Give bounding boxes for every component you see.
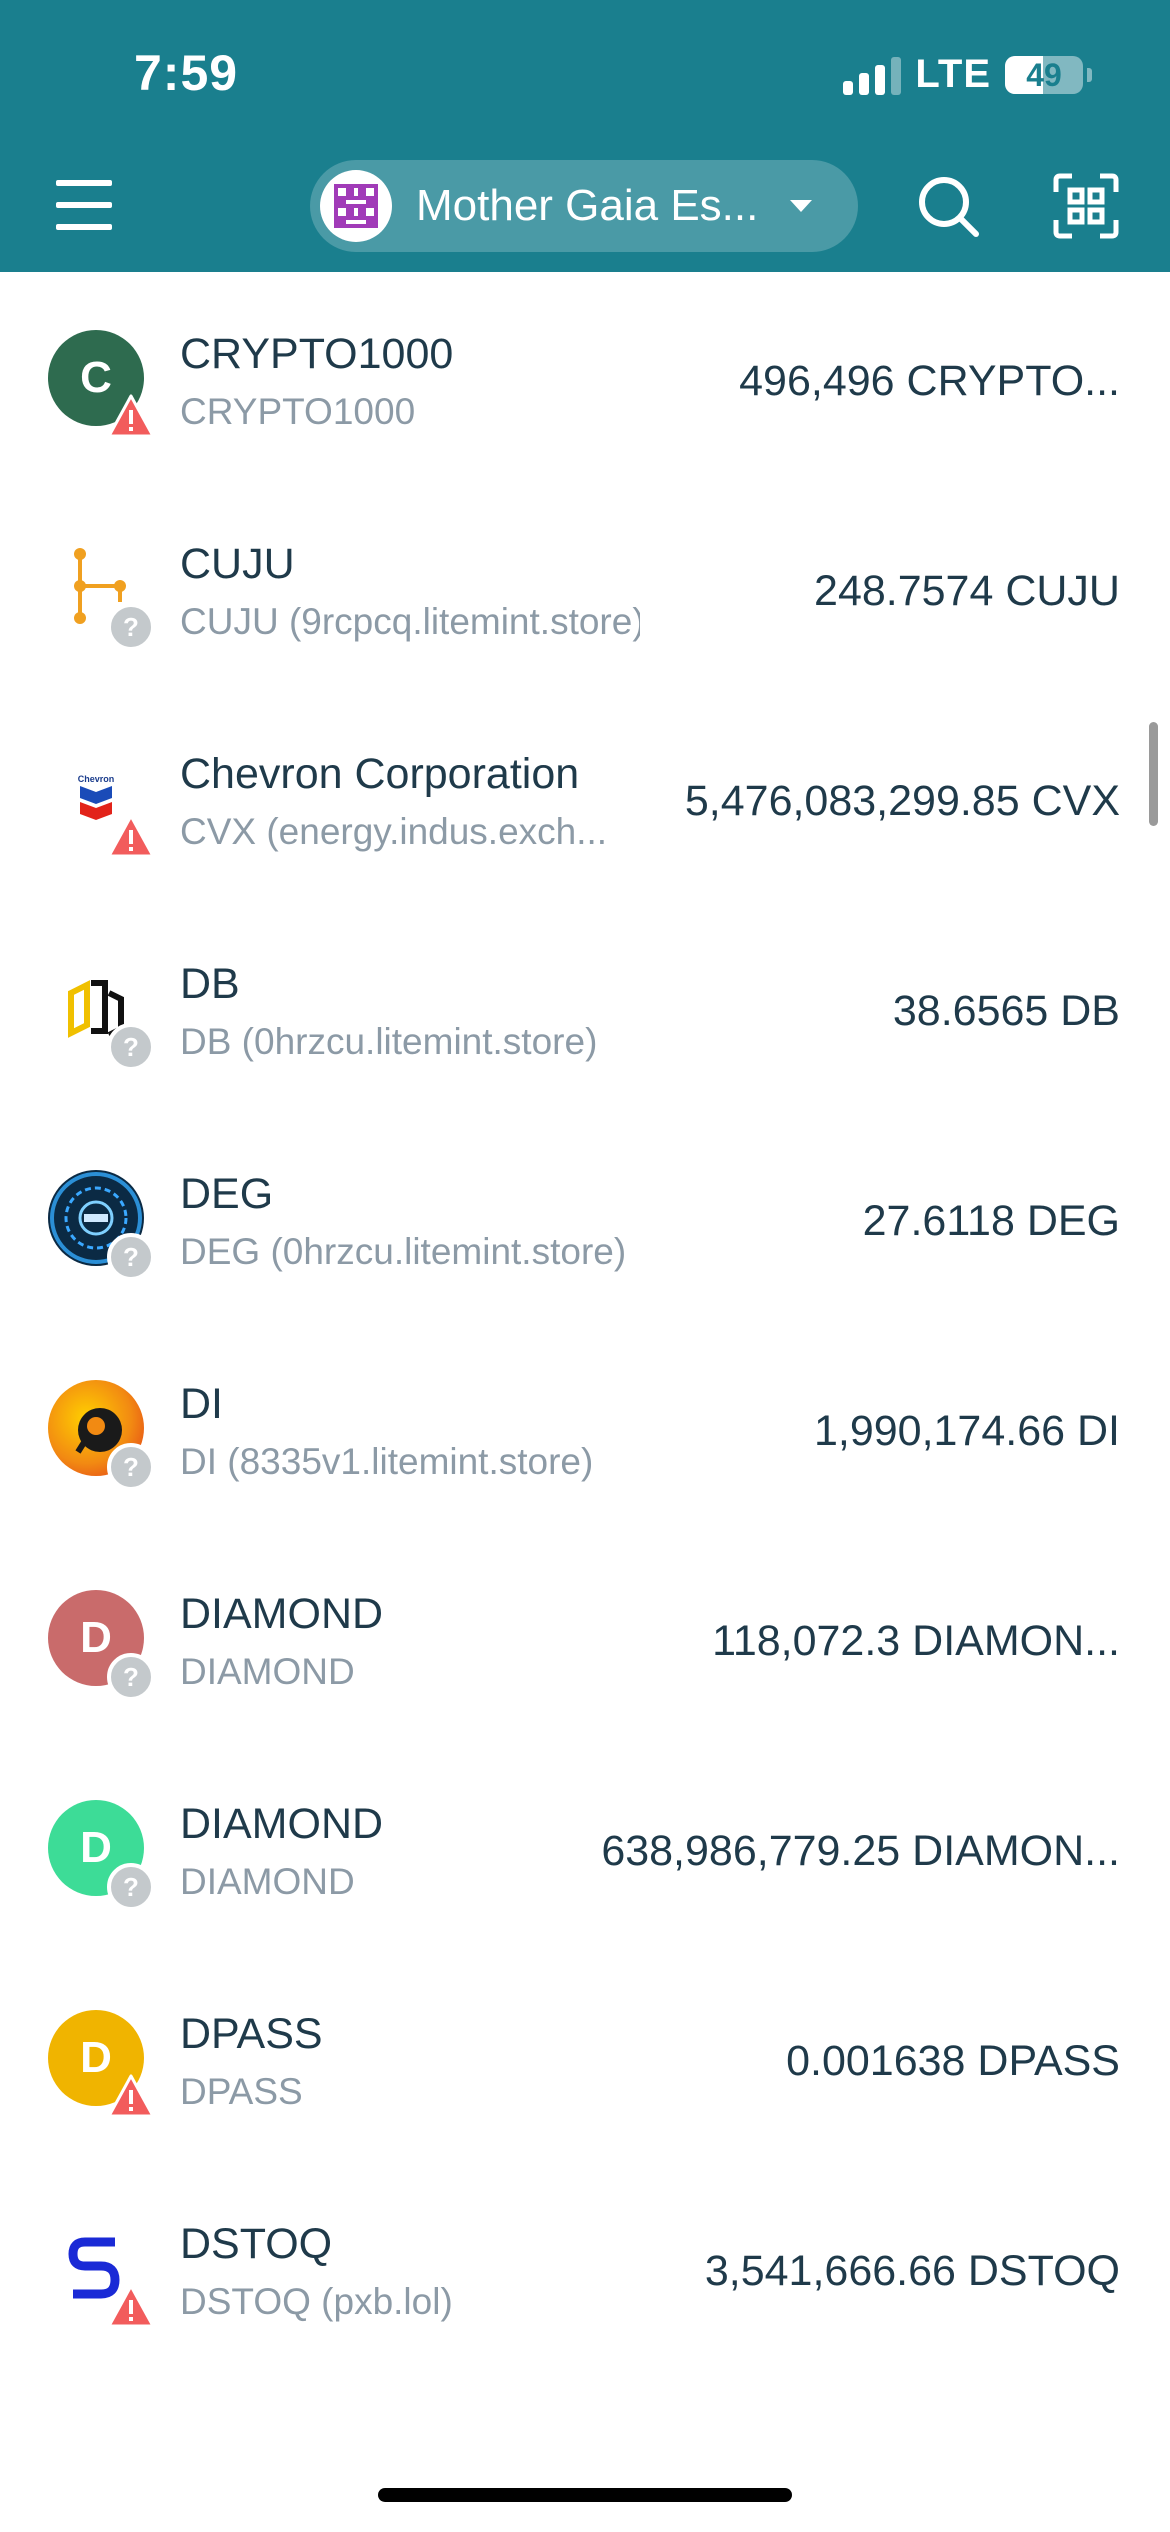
status-time: 7:59 — [134, 45, 239, 101]
asset-balance: 118,072.3 DIAMON... — [712, 1617, 1120, 1665]
warning-icon — [106, 392, 156, 442]
chevron-down-icon — [790, 200, 812, 212]
warning-icon — [106, 2282, 156, 2332]
asset-name: CUJU — [180, 540, 295, 588]
asset-name: Chevron Corporation — [180, 750, 580, 798]
asset-balance: 27.6118 DEG — [862, 1197, 1120, 1245]
asset-balance: 38.6565 DB — [892, 987, 1120, 1035]
asset-balance: 0.001638 DPASS — [786, 2037, 1120, 2085]
app-header: 7:59 LTE 49 Mother Gaia Es... — [0, 0, 1170, 272]
asset-row[interactable]: D ? DIAMOND DIAMOND 638,986,779.25 DIAMO… — [0, 1742, 1170, 1952]
svg-text:?: ? — [123, 612, 139, 642]
asset-row[interactable]: D DPASS DPASS 0.001638 DPASS — [0, 1952, 1170, 2162]
asset-name: DI — [180, 1380, 223, 1428]
asset-row[interactable]: Chevron Chevron Corporation CVX (energy.… — [0, 692, 1170, 902]
qr-scan-icon[interactable] — [1050, 170, 1122, 242]
asset-row[interactable]: ? CUJU CUJU (9rcpcq.litemint.store) 248.… — [0, 482, 1170, 692]
asset-name: DB — [180, 960, 240, 1008]
svg-text:?: ? — [123, 1872, 139, 1902]
cellular-signal-icon — [843, 55, 902, 95]
status-indicators: LTE 49 — [843, 52, 1092, 97]
asset-row[interactable]: ? DEG DEG (0hrzcu.litemint.store) 27.611… — [0, 1112, 1170, 1322]
svg-text:Chevron: Chevron — [78, 774, 115, 784]
asset-issuer: DB (0hrzcu.litemint.store) — [180, 1021, 598, 1062]
asset-name: DIAMOND — [180, 1800, 384, 1848]
svg-text:?: ? — [123, 1242, 139, 1272]
asset-row[interactable]: ? DI DI (8335v1.litemint.store) 1,990,17… — [0, 1322, 1170, 1532]
asset-row[interactable]: DSTOQ DSTOQ (pxb.lol) 3,541,666.66 DSTOQ — [0, 2162, 1170, 2372]
asset-row[interactable]: D ? DIAMOND DIAMOND 118,072.3 DIAMON... — [0, 1532, 1170, 1742]
asset-balance: 496,496 CRYPTO... — [739, 357, 1120, 405]
menu-button[interactable] — [56, 180, 112, 230]
pixel-avatar-icon — [334, 184, 378, 228]
asset-name: CRYPTO1000 — [180, 330, 454, 378]
question-icon: ? — [106, 1652, 156, 1702]
home-indicator[interactable] — [378, 2488, 792, 2502]
svg-text:?: ? — [123, 1662, 139, 1692]
battery-tip — [1087, 67, 1092, 82]
question-icon: ? — [106, 602, 156, 652]
question-icon: ? — [106, 1862, 156, 1912]
search-icon[interactable] — [912, 170, 984, 242]
asset-row[interactable]: ? DB DB (0hrzcu.litemint.store) 38.6565 … — [0, 902, 1170, 1112]
asset-balance: 3,541,666.66 DSTOQ — [704, 2247, 1120, 2295]
svg-text:?: ? — [123, 1452, 139, 1482]
asset-issuer: DIAMOND — [180, 1651, 355, 1692]
account-name: Mother Gaia Es... — [416, 181, 759, 230]
question-icon: ? — [106, 1232, 156, 1282]
asset-name: DSTOQ — [180, 2220, 333, 2268]
asset-balance: 638,986,779.25 DIAMON... — [601, 1827, 1120, 1875]
account-avatar — [320, 170, 392, 242]
asset-issuer: CUJU (9rcpcq.litemint.store) — [180, 601, 640, 642]
question-icon: ? — [106, 1442, 156, 1492]
warning-icon — [106, 2072, 156, 2122]
scrollbar[interactable] — [1149, 722, 1158, 826]
asset-name: DIAMOND — [180, 1590, 384, 1638]
asset-row[interactable]: C CRYPTO1000 CRYPTO1000 496,496 CRYPTO..… — [0, 272, 1170, 482]
warning-icon — [106, 812, 156, 862]
asset-name: DEG — [180, 1170, 274, 1218]
asset-balance: 5,476,083,299.85 CVX — [684, 777, 1120, 825]
asset-balance: 248.7574 CUJU — [814, 567, 1120, 615]
asset-issuer: DPASS — [180, 2071, 303, 2112]
battery-percent: 49 — [1026, 56, 1062, 93]
asset-issuer: DI (8335v1.litemint.store) — [180, 1441, 594, 1482]
network-type: LTE — [915, 52, 991, 96]
svg-text:?: ? — [123, 1032, 139, 1062]
asset-issuer: DIAMOND — [180, 1861, 355, 1902]
asset-list: C CRYPTO1000 CRYPTO1000 496,496 CRYPTO..… — [0, 272, 1170, 2372]
account-selector[interactable]: Mother Gaia Es... — [310, 160, 858, 252]
asset-issuer: DSTOQ (pxb.lol) — [180, 2281, 453, 2322]
asset-issuer: CVX (energy.indus.exch... — [180, 811, 608, 852]
asset-issuer: CRYPTO1000 — [180, 391, 416, 432]
asset-balance: 1,990,174.66 DI — [813, 1407, 1120, 1455]
asset-name: DPASS — [180, 2010, 323, 2058]
question-icon: ? — [106, 1022, 156, 1072]
asset-issuer: DEG (0hrzcu.litemint.store) — [180, 1231, 627, 1272]
battery-icon: 49 — [1005, 55, 1083, 94]
